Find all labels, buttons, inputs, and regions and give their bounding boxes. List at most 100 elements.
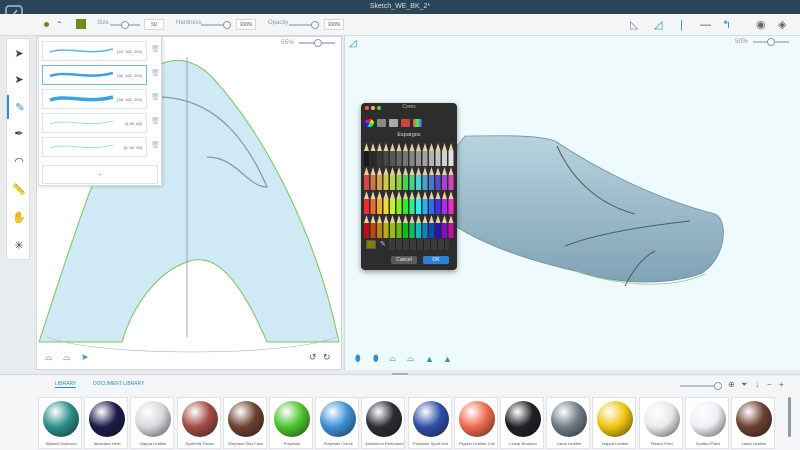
- crayon[interactable]: [390, 175, 395, 190]
- crayon[interactable]: [364, 151, 369, 166]
- view-back-icon[interactable]: ⬮: [373, 353, 379, 364]
- tab-library[interactable]: LIBRARY: [55, 381, 77, 388]
- opacity-slider-knob[interactable]: [311, 21, 319, 29]
- brush-preset-5[interactable]: (8, 60, 99): [42, 137, 147, 157]
- hand-icon[interactable]: ✋: [7, 205, 31, 229]
- crayon[interactable]: [377, 151, 382, 166]
- crayon[interactable]: [422, 223, 428, 238]
- ruler-icon[interactable]: 📏: [7, 177, 31, 201]
- download-icon[interactable]: ↓: [755, 380, 759, 389]
- crayon[interactable]: [370, 199, 376, 214]
- crayon[interactable]: [416, 151, 421, 166]
- crayon[interactable]: [390, 199, 395, 214]
- crayon[interactable]: [364, 199, 369, 214]
- crayon[interactable]: [429, 199, 434, 214]
- crayon[interactable]: [429, 223, 434, 238]
- hardness-slider-knob[interactable]: [223, 21, 231, 29]
- crayon[interactable]: [442, 223, 447, 238]
- material-tile[interactable]: Linear Brushed: [500, 397, 544, 449]
- crayon[interactable]: [364, 175, 369, 190]
- tab-document-library[interactable]: DOCUMENT LIBRARY: [93, 381, 145, 387]
- material-tile[interactable]: Polyester: [269, 397, 313, 449]
- crayon[interactable]: [409, 175, 415, 190]
- view-side-icon[interactable]: ⌓: [389, 353, 396, 364]
- material-tile[interactable]: Pigskin Leather Coll: [453, 397, 498, 449]
- minus-line-icon[interactable]: —: [700, 18, 711, 32]
- globe-search-icon[interactable]: ⊕: [728, 380, 735, 389]
- select-arrow-icon[interactable]: ➤: [7, 41, 31, 65]
- crayon-picker[interactable]: [362, 143, 456, 243]
- filter-icon[interactable]: ⏷: [741, 380, 747, 390]
- crayon[interactable]: [435, 223, 441, 238]
- view-persp-icon[interactable]: ▲: [443, 354, 452, 364]
- pen-triangle-icon[interactable]: ◿: [349, 38, 357, 49]
- trash-icon[interactable]: 🗑: [151, 45, 160, 53]
- material-tile[interactable]: Synthetic Fabric: [176, 397, 221, 449]
- layers-icon[interactable]: ◈: [778, 18, 786, 32]
- left-zoom-slider[interactable]: [299, 39, 335, 47]
- curve-tool-icon[interactable]: ◠: [7, 149, 31, 173]
- crayon[interactable]: [409, 151, 415, 166]
- hardness-slider[interactable]: [201, 21, 231, 29]
- crayon[interactable]: [448, 151, 454, 166]
- crayon[interactable]: [370, 151, 376, 166]
- crayon[interactable]: [390, 223, 395, 238]
- crayon[interactable]: [448, 223, 454, 238]
- crayon[interactable]: [377, 199, 382, 214]
- trash-icon[interactable]: 🗑: [151, 93, 160, 101]
- trash-icon[interactable]: 🗑: [151, 117, 160, 125]
- brush-preset-3[interactable]: (38, 100, 100): [42, 89, 147, 109]
- eyedropper-icon[interactable]: ✎: [380, 240, 386, 248]
- material-tile[interactable]: Spotted Paint: [684, 397, 729, 449]
- undo-icon[interactable]: ↺: [309, 352, 317, 363]
- thumb-size-knob[interactable]: [714, 382, 722, 390]
- crayon[interactable]: [383, 151, 389, 166]
- pencils-icon[interactable]: [413, 119, 422, 127]
- material-tile[interactable]: Polyester Check: [315, 397, 360, 449]
- crayon[interactable]: [416, 199, 421, 214]
- crayon[interactable]: [403, 199, 408, 214]
- material-tile[interactable]: Lamb Leather: [731, 397, 775, 449]
- crayon[interactable]: [416, 223, 421, 238]
- brush-preset-1[interactable]: (20, 100, 100): [42, 41, 147, 61]
- crayon[interactable]: [370, 175, 376, 190]
- material-tile[interactable]: Stylized Diamond: [38, 397, 82, 449]
- crayon[interactable]: [383, 223, 389, 238]
- material-tile[interactable]: Nappa Leather: [592, 397, 637, 449]
- crayon[interactable]: [442, 151, 447, 166]
- image-palette-icon[interactable]: [401, 119, 410, 127]
- plus-icon[interactable]: +: [779, 380, 784, 389]
- size-slider-knob[interactable]: [121, 21, 129, 29]
- trash-icon[interactable]: 🗑: [151, 69, 160, 77]
- ok-button[interactable]: OK: [423, 256, 449, 264]
- chevron-up-icon[interactable]: ⌃: [56, 18, 63, 32]
- crayon[interactable]: [435, 175, 441, 190]
- pen-icon[interactable]: ✒: [7, 121, 31, 145]
- crayon[interactable]: [448, 175, 454, 190]
- material-tile[interactable]: Lamb Leather: [546, 397, 591, 449]
- brush-preset-4[interactable]: (4.55, 60): [42, 113, 147, 133]
- add-brush-button[interactable]: +: [42, 165, 158, 184]
- custom-swatches[interactable]: [389, 239, 449, 250]
- redo-icon[interactable]: ↻: [323, 352, 331, 363]
- material-tile[interactable]: Aluminium Perforated: [361, 397, 406, 449]
- crayon[interactable]: [364, 223, 369, 238]
- minus-icon[interactable]: −: [767, 380, 772, 389]
- crayon[interactable]: [403, 151, 408, 166]
- shoe-view-2-icon[interactable]: ⌓: [63, 352, 70, 363]
- line-icon[interactable]: |: [680, 18, 683, 32]
- transform-icon[interactable]: ✳: [7, 233, 31, 257]
- material-tile[interactable]: Nappa Leather: [130, 397, 175, 449]
- crayon[interactable]: [429, 151, 434, 166]
- crayon[interactable]: [383, 175, 389, 190]
- view-top-icon[interactable]: ▲: [425, 354, 434, 364]
- eye-icon[interactable]: ◉: [756, 18, 766, 32]
- crayon[interactable]: [409, 223, 415, 238]
- crayon[interactable]: [422, 151, 428, 166]
- color-swatch[interactable]: [76, 19, 86, 29]
- color-wheel-icon[interactable]: [365, 119, 374, 127]
- brush-icon[interactable]: ✎: [7, 95, 31, 119]
- trash-icon[interactable]: 🗑: [151, 141, 160, 149]
- size-slider[interactable]: [110, 21, 140, 29]
- crayon[interactable]: [377, 175, 382, 190]
